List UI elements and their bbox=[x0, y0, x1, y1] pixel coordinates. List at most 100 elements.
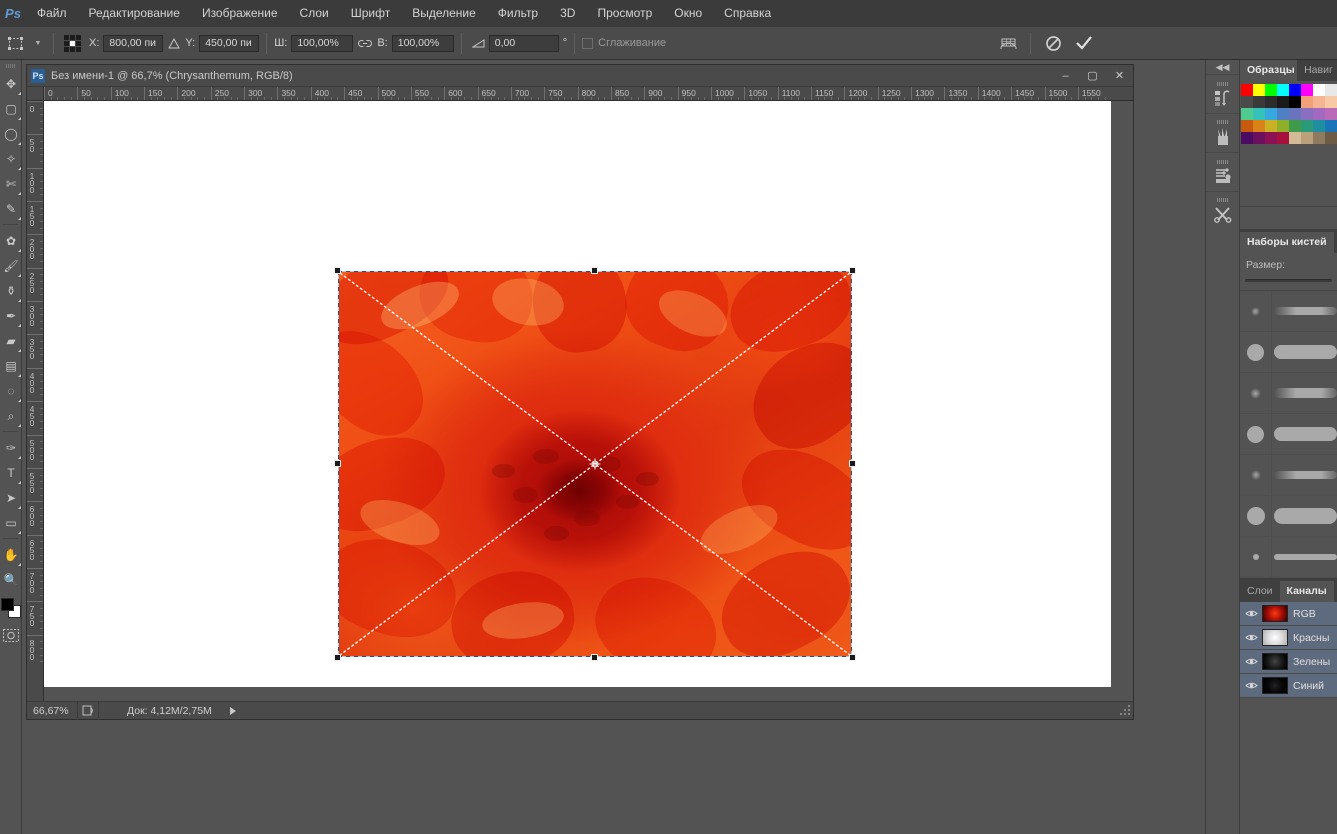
refpoint-br[interactable] bbox=[76, 46, 81, 52]
refpoint-center[interactable] bbox=[70, 40, 75, 46]
swatch-4-3[interactable] bbox=[1277, 132, 1289, 144]
vertical-ruler[interactable]: 0 50 100 150 200 250 300 350 400 450 500 550 600 650 7… bbox=[27, 101, 44, 701]
swatch-0-7[interactable] bbox=[1325, 84, 1337, 96]
brush-preset-row[interactable] bbox=[1240, 413, 1337, 455]
history-brush-tool[interactable]: ✒ bbox=[0, 303, 22, 328]
tools-panel-grip[interactable] bbox=[0, 60, 21, 71]
swatch-3-5[interactable] bbox=[1301, 120, 1313, 132]
brush-preset-row[interactable] bbox=[1240, 372, 1337, 414]
swatch-3-4[interactable] bbox=[1289, 120, 1301, 132]
cancel-transform-icon[interactable] bbox=[1038, 35, 1068, 52]
menu-item-9[interactable]: Окно bbox=[663, 0, 713, 27]
swatch-1-5[interactable] bbox=[1301, 96, 1313, 108]
rectangular-marquee-tool[interactable]: ▢ bbox=[0, 96, 22, 121]
blur-tool[interactable]: ◌ bbox=[0, 378, 22, 403]
menu-item-1[interactable]: Редактирование bbox=[78, 0, 191, 27]
crop-tool[interactable]: ✄ bbox=[0, 171, 22, 196]
foreground-background-colors[interactable] bbox=[0, 596, 22, 624]
window-resize-grip[interactable] bbox=[1119, 705, 1131, 717]
brush-size-slider[interactable] bbox=[1245, 275, 1332, 285]
swatch-4-4[interactable] bbox=[1289, 132, 1301, 144]
eye-icon[interactable] bbox=[1240, 609, 1262, 618]
brush-preset-row[interactable] bbox=[1240, 454, 1337, 496]
width-input[interactable]: 100,00% bbox=[291, 34, 354, 52]
lasso-tool[interactable]: ◯ bbox=[0, 121, 22, 146]
swatch-0-2[interactable] bbox=[1265, 84, 1277, 96]
x-input[interactable]: 800,00 пи bbox=[103, 34, 164, 52]
height-input[interactable]: 100,00% bbox=[391, 34, 454, 52]
swatch-0-3[interactable] bbox=[1277, 84, 1289, 96]
swatch-4-6[interactable] bbox=[1313, 132, 1325, 144]
document-title-bar[interactable]: Ps Без имени-1 @ 66,7% (Chrysanthemum, R… bbox=[27, 65, 1133, 87]
swatch-0-0[interactable] bbox=[1241, 84, 1253, 96]
channel-row-красны[interactable]: Красны bbox=[1240, 626, 1337, 650]
swatch-1-0[interactable] bbox=[1241, 96, 1253, 108]
antialias-checkbox[interactable] bbox=[582, 37, 594, 49]
swatch-2-6[interactable] bbox=[1313, 108, 1325, 120]
swatch-4-1[interactable] bbox=[1253, 132, 1265, 144]
menu-item-5[interactable]: Выделение bbox=[401, 0, 487, 27]
swatch-1-7[interactable] bbox=[1325, 96, 1337, 108]
collapse-panels-icon[interactable]: ◀◀ bbox=[1206, 60, 1239, 74]
rotation-input[interactable]: 0,00 bbox=[488, 34, 559, 52]
tab-brush-presets-0[interactable]: Наборы кистей bbox=[1240, 232, 1334, 253]
tab-channels-0[interactable]: Слои bbox=[1240, 581, 1280, 602]
brush-tool[interactable]: 🖌 bbox=[0, 253, 22, 278]
swatch-4-5[interactable] bbox=[1301, 132, 1313, 144]
clone-stamp-tool[interactable]: ⚱ bbox=[0, 278, 22, 303]
swatch-3-6[interactable] bbox=[1313, 120, 1325, 132]
refpoint-tc[interactable] bbox=[70, 34, 75, 40]
channel-row-rgb[interactable]: RGB bbox=[1240, 602, 1337, 626]
horizontal-type-tool[interactable]: T bbox=[0, 460, 22, 485]
free-transform-icon[interactable] bbox=[0, 27, 30, 60]
swatch-2-2[interactable] bbox=[1265, 108, 1277, 120]
swatch-0-1[interactable] bbox=[1253, 84, 1265, 96]
hand-tool[interactable]: ✋ bbox=[0, 542, 22, 567]
dodge-tool[interactable]: ⌕ bbox=[0, 403, 22, 428]
adjustments-icon[interactable] bbox=[1206, 152, 1239, 191]
swatch-2-0[interactable] bbox=[1241, 108, 1253, 120]
pen-tool[interactable]: ✑ bbox=[0, 435, 22, 460]
swatch-1-1[interactable] bbox=[1253, 96, 1265, 108]
swatch-3-2[interactable] bbox=[1265, 120, 1277, 132]
eraser-tool[interactable]: ▰ bbox=[0, 328, 22, 353]
menu-item-6[interactable]: Фильтр bbox=[487, 0, 549, 27]
swatch-3-7[interactable] bbox=[1325, 120, 1337, 132]
brush-panel-icon[interactable] bbox=[1206, 113, 1239, 152]
channel-row-синий[interactable]: Синий bbox=[1240, 674, 1337, 698]
brush-preset-list[interactable] bbox=[1240, 290, 1337, 578]
swatch-1-2[interactable] bbox=[1265, 96, 1277, 108]
tool-preset-chevron-down-icon[interactable]: ▼ bbox=[30, 27, 46, 60]
swatch-1-4[interactable] bbox=[1289, 96, 1301, 108]
gradient-tool[interactable]: ▤ bbox=[0, 353, 22, 378]
move-tool[interactable]: ✥ bbox=[0, 71, 22, 96]
refpoint-ml[interactable] bbox=[64, 40, 69, 46]
swatch-2-7[interactable] bbox=[1325, 108, 1337, 120]
menu-item-10[interactable]: Справка bbox=[713, 0, 782, 27]
canvas[interactable] bbox=[44, 101, 1111, 687]
tab-swatches-0[interactable]: Образцы bbox=[1240, 60, 1298, 81]
warp-mode-icon[interactable] bbox=[993, 35, 1023, 52]
eye-icon[interactable] bbox=[1240, 681, 1262, 690]
swatch-2-4[interactable] bbox=[1289, 108, 1301, 120]
reference-point-grid[interactable] bbox=[64, 34, 81, 52]
quick-selection-tool[interactable]: ✧ bbox=[0, 146, 22, 171]
brush-preset-row[interactable] bbox=[1240, 331, 1337, 373]
menu-item-7[interactable]: 3D bbox=[549, 0, 586, 27]
tab-swatches-1[interactable]: Навиг bbox=[1297, 60, 1337, 81]
swatch-0-6[interactable] bbox=[1313, 84, 1325, 96]
channel-row-зелены[interactable]: Зелены bbox=[1240, 650, 1337, 674]
swatch-4-0[interactable] bbox=[1241, 132, 1253, 144]
rectangle-tool[interactable]: ▭ bbox=[0, 510, 22, 535]
canvas-area[interactable] bbox=[44, 101, 1133, 701]
swatch-4-2[interactable] bbox=[1265, 132, 1277, 144]
foreground-color-swatch[interactable] bbox=[1, 598, 14, 611]
minimize-button[interactable]: – bbox=[1052, 65, 1079, 87]
swatch-2-3[interactable] bbox=[1277, 108, 1289, 120]
doc-profile-icon[interactable] bbox=[77, 701, 99, 720]
horizontal-ruler[interactable]: 0 50 100 150 200 250 300 350 400 450 500 550 600 650 7… bbox=[44, 87, 1133, 101]
swatch-0-5[interactable] bbox=[1301, 84, 1313, 96]
refpoint-tl[interactable] bbox=[64, 34, 69, 40]
swatch-3-1[interactable] bbox=[1253, 120, 1265, 132]
swatch-0-4[interactable] bbox=[1289, 84, 1301, 96]
